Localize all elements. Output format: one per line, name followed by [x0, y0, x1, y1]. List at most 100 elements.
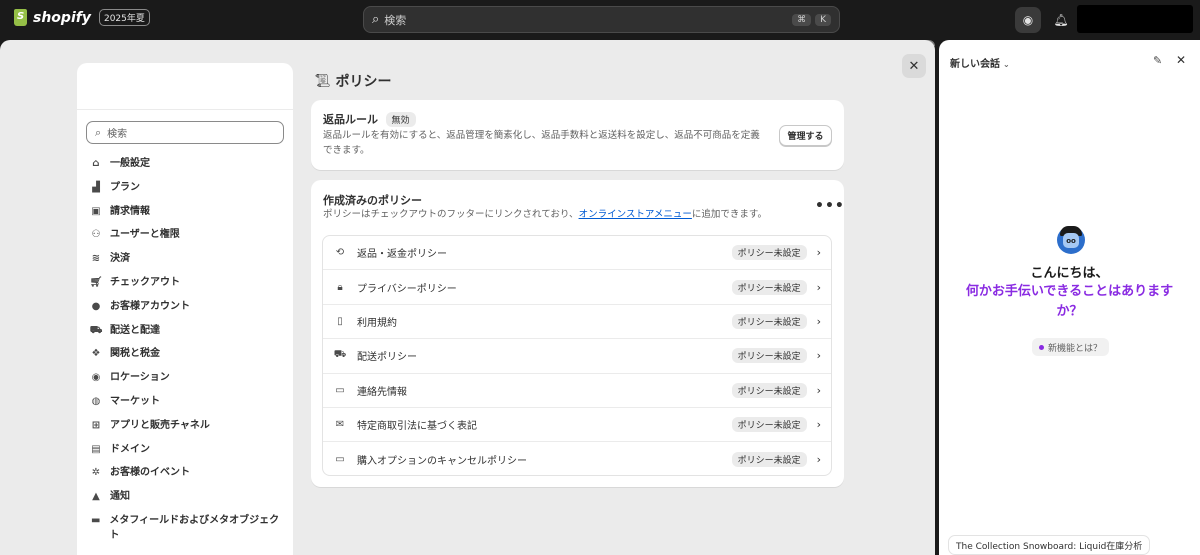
sidebar-item-label: お客様のイベント: [110, 467, 190, 479]
policies-desc-text: ポリシーはチェックアウトのフッターにリンクされており、: [323, 209, 579, 220]
sidekick-button[interactable]: ◉: [1015, 7, 1041, 33]
globe-icon: ◍: [91, 395, 101, 407]
policy-label: 配送ポリシー: [357, 352, 417, 364]
policy-label: 連絡先情報: [357, 386, 407, 398]
greeting-line-1: こんにちは、: [1030, 266, 1109, 281]
logo-text: shopify: [33, 9, 91, 26]
sidebar-item-domains[interactable]: ▤ ドメイン: [77, 438, 293, 462]
contact-card-icon: ▭: [335, 384, 345, 396]
store-menu[interactable]: [1077, 5, 1193, 33]
shopify-logo[interactable]: shopify 2025年夏: [14, 9, 150, 26]
sidebar-search-input[interactable]: ⌕ 検索: [86, 121, 284, 144]
search-icon: ⌕: [95, 125, 102, 139]
search-placeholder: 検索: [384, 13, 407, 27]
notifications-button[interactable]: 🔔︎: [1048, 7, 1074, 33]
status-badge: ポリシー未設定: [731, 245, 807, 261]
policy-scroll-icon: 📜︎: [314, 73, 331, 89]
plan-chart-icon: ▟: [92, 181, 100, 193]
shortcut-cmd: ⌘: [792, 13, 812, 26]
sidebar-item-taxes[interactable]: ❖ 関税と税金: [77, 342, 293, 366]
sidebar-item-notifications[interactable]: ▲ 通知: [77, 485, 293, 509]
sidebar-item-general[interactable]: ⌂ 一般設定: [77, 152, 293, 176]
sidebar-item-label: マーケット: [110, 395, 160, 407]
policy-label: 利用規約: [357, 317, 397, 329]
new-chat-icon[interactable]: ✎: [1153, 54, 1162, 67]
policies-description: ポリシーはチェックアウトのフッターにリンクされており、オンラインストアメニューに…: [323, 207, 803, 222]
scroll-icon: ▯: [337, 315, 343, 327]
policy-row-shipping[interactable]: ⛟ 配送ポリシー ポリシー未設定 ›: [323, 339, 831, 374]
sidebar-item-plan[interactable]: ▟ プラン: [77, 176, 293, 200]
sidebar-header: [77, 63, 293, 110]
location-pin-icon: ◉: [91, 372, 101, 384]
sidebar-item-apps[interactable]: ⊞ アプリと販売チャネル: [77, 414, 293, 438]
global-search[interactable]: ⌕ 検索 ⌘ K: [363, 6, 840, 33]
chevron-right-icon: ›: [816, 314, 821, 328]
sidebar-item-users[interactable]: ⚇ ユーザーと権限: [77, 223, 293, 247]
person-icon: ●: [91, 300, 101, 312]
sidebar-item-customer-accounts[interactable]: ● お客様アカウント: [77, 295, 293, 319]
policy-row-refund[interactable]: ⟲ 返品・返金ポリシー ポリシー未設定 ›: [323, 236, 831, 271]
sidebar-item-locations[interactable]: ◉ ロケーション: [77, 366, 293, 390]
shopify-bag-icon: [14, 9, 27, 26]
return-rules-description: 返品ルールを有効にすると、返品管理を簡素化し、返品手数料と返送料を設定し、返品不…: [323, 130, 760, 156]
chevron-right-icon: ›: [816, 418, 821, 432]
online-store-menu-link[interactable]: オンラインストアメニュー: [579, 209, 692, 220]
tax-icon: ❖: [91, 348, 101, 360]
more-actions-button[interactable]: •••: [815, 198, 845, 214]
return-rules-card: 返品ルール 無効 返品ルールを有効にすると、返品管理を簡素化し、返品手数料と返送…: [311, 100, 844, 170]
bell-icon: ▲: [92, 491, 100, 503]
chevron-right-icon: ›: [816, 349, 821, 363]
close-settings-button[interactable]: ✕: [902, 54, 926, 78]
policy-row-legal-notice[interactable]: ✉ 特定商取引法に基づく表記 ポリシー未設定 ›: [323, 408, 831, 443]
policy-row-cancellation[interactable]: ▭ 購入オプションのキャンセルポリシー ポリシー未設定 ›: [323, 442, 831, 475]
sidebar-item-customer-events[interactable]: ✲ お客様のイベント: [77, 461, 293, 485]
status-badge: ポリシー未設定: [731, 452, 807, 468]
status-badge: ポリシー未設定: [731, 313, 807, 329]
store-icon: ⌂: [92, 158, 100, 169]
sidebar-item-shipping[interactable]: ⛟ 配送と配達: [77, 319, 293, 343]
sparkle-icon: ✲: [91, 467, 101, 479]
sidebar-item-label: アプリと販売チャネル: [110, 419, 210, 431]
sidebar-item-metafields[interactable]: ▬ メタフィールドおよびメタオブジェクト: [77, 509, 293, 547]
truck-icon: ⛟: [89, 324, 103, 336]
payments-icon: ≋: [91, 253, 101, 265]
conversation-title: 新しい会話: [950, 59, 1000, 70]
conversation-selector[interactable]: 新しい会話 ⌄: [950, 55, 1010, 70]
sidebar-item-label: チェックアウト: [110, 276, 180, 288]
sidebar-item-checkout[interactable]: 🛒︎ チェックアウト: [77, 271, 293, 295]
chevron-right-icon: ›: [816, 383, 821, 397]
mail-open-icon: ✉: [335, 419, 345, 431]
card-cancel-icon: ▭: [335, 454, 345, 466]
close-icon: ✕: [908, 58, 920, 74]
close-panel-icon[interactable]: ✕: [1176, 53, 1186, 67]
sidekick-panel: 新しい会話 ⌄ ✎ ✕ oo こんにちは、 何かお手伝いできることはありますか？ …: [939, 40, 1200, 555]
policy-row-contact[interactable]: ▭ 連絡先情報 ポリシー未設定 ›: [323, 374, 831, 408]
new-feature-label: 新機能とは？: [1048, 343, 1103, 354]
policy-row-privacy[interactable]: 🔒︎ プライバシーポリシー ポリシー未設定 ›: [323, 270, 831, 305]
chevron-right-icon: ›: [816, 280, 821, 294]
policy-list: ⟲ 返品・返金ポリシー ポリシー未設定 › 🔒︎ プライバシーポリシー ポリシー…: [322, 235, 832, 476]
policy-row-terms[interactable]: ▯ 利用規約 ポリシー未設定 ›: [323, 305, 831, 340]
sidebar-item-payments[interactable]: ≋ 決済: [77, 247, 293, 271]
suggestion-chip[interactable]: The Collection Snowboard: Liquid在庫分析: [948, 535, 1151, 555]
sidebar-item-label: お客様アカウント: [110, 300, 190, 312]
search-icon: ⌕: [372, 12, 380, 27]
sidebar-item-label: ドメイン: [110, 443, 150, 455]
sidebar-search-placeholder: 検索: [107, 129, 128, 140]
new-dot-icon: [1039, 344, 1044, 350]
sidebar-item-markets[interactable]: ◍ マーケット: [77, 390, 293, 414]
manage-button[interactable]: 管理する: [779, 125, 832, 146]
edition-badge[interactable]: 2025年夏: [98, 9, 150, 26]
sidebar-item-billing[interactable]: ▣ 請求情報: [77, 200, 293, 224]
status-badge: ポリシー未設定: [731, 348, 807, 364]
sidebar-item-label: 一般設定: [110, 158, 150, 169]
status-badge: 無効: [385, 112, 416, 127]
return-rules-header: 返品ルール 無効: [323, 111, 416, 127]
sidebar-item-label: 関税と税金: [110, 348, 160, 360]
lock-icon: 🔒︎: [337, 281, 343, 293]
shortcut-key: K: [815, 13, 831, 26]
policies-title: 作成済みのポリシー: [323, 194, 422, 207]
users-icon: ⚇: [91, 229, 101, 241]
new-feature-button[interactable]: 新機能とは？: [1032, 338, 1110, 356]
truck-icon: ⛟: [333, 349, 347, 361]
